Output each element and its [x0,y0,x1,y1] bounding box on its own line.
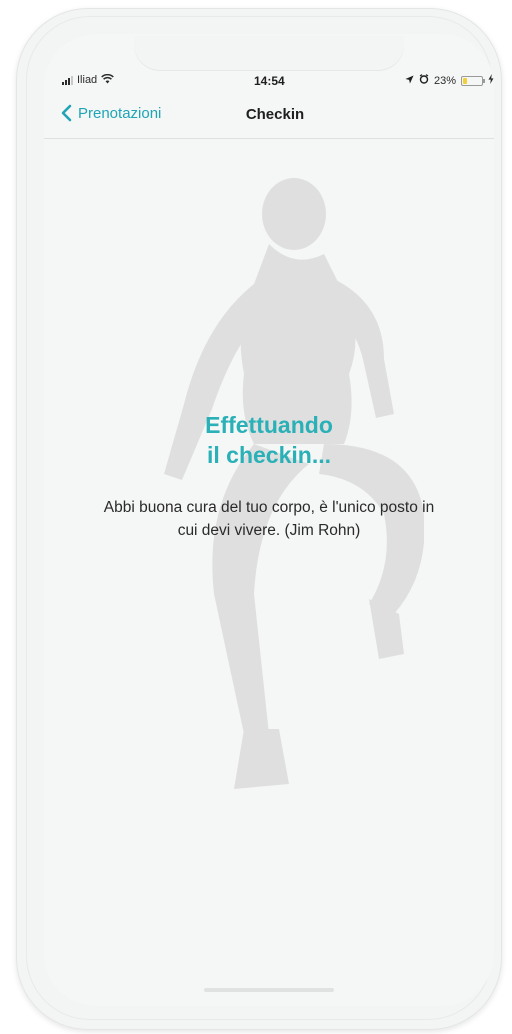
loading-title-line2: il checkin... [207,442,331,468]
loading-title-line1: Effettuando [205,412,333,438]
home-indicator [204,988,334,992]
status-time: 14:54 [254,74,285,88]
battery-percent: 23% [433,74,456,87]
loading-title: Effettuando il checkin... [139,410,399,470]
page-title: Checkin [245,106,305,123]
battery-fill [463,77,467,84]
phone-notch [134,36,404,70]
status-left: Iliad [62,73,115,86]
signal-icon [62,75,73,85]
app-screen: Iliad 14:54 23% Prenotazioni Checkin Eff… [44,34,494,1006]
status-bar: Iliad 14:54 23% [44,73,494,94]
charge-icon [488,74,494,87]
carrier-name: Iliad [77,74,98,86]
battery-cap [483,78,485,83]
page: Iliad 14:54 23% Prenotazioni Checkin Eff… [0,0,512,1034]
motivational-quote: Abbi buona cura del tuo corpo, è l'unico… [103,499,435,539]
wifi-icon [101,73,115,86]
battery-icon [461,75,485,86]
status-right: 23% [405,74,494,87]
alarm-icon [419,74,429,87]
checkin-loading: Effettuando il checkin... Abbi buona cur… [44,410,494,542]
navigation-bar: Prenotazioni Checkin [44,96,494,139]
location-icon [405,74,414,87]
